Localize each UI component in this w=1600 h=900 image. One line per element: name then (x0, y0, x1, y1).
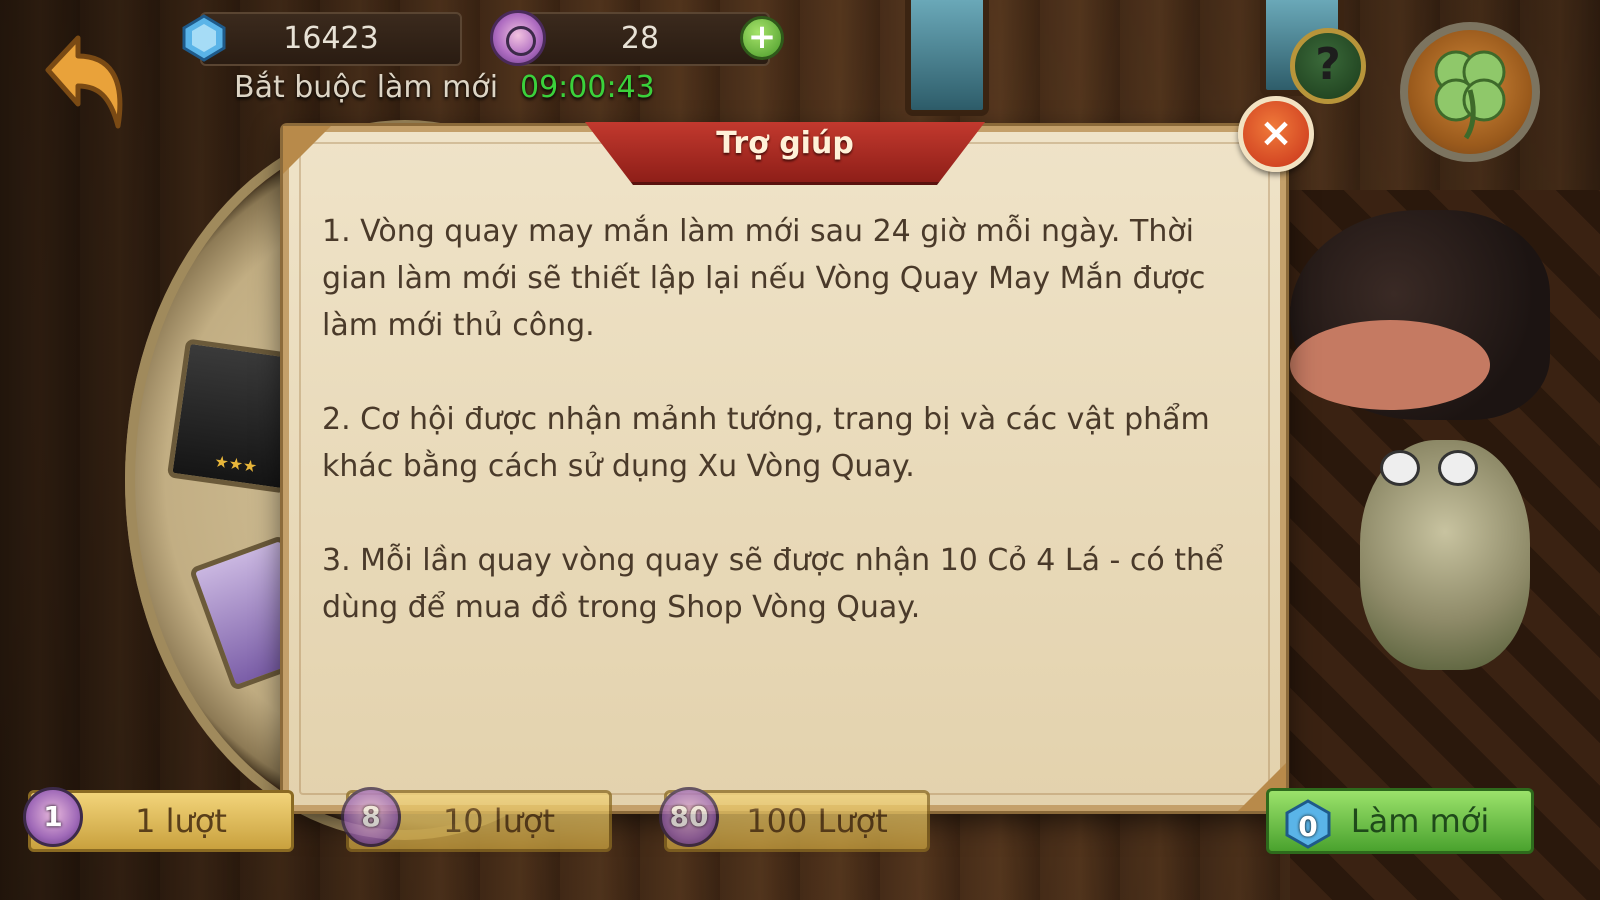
close-icon: × (1259, 110, 1293, 156)
spin-button-label: 10 lượt (442, 802, 556, 840)
help-paragraph: 2. Cơ hội được nhận mảnh tướng, trang bị… (322, 402, 1210, 484)
gem-icon (182, 14, 226, 62)
four-leaf-clover-icon (1434, 50, 1506, 140)
frog-eye (1438, 450, 1478, 486)
gem-counter: 16423 (200, 12, 462, 66)
frog-eye (1380, 450, 1420, 486)
back-arrow-icon[interactable] (38, 30, 128, 130)
frog-character (1360, 440, 1530, 670)
clover-shop-button[interactable] (1400, 22, 1540, 162)
help-text: 1. Vòng quay may mắn làm mới sau 24 giờ … (322, 208, 1242, 678)
spin-1-button[interactable]: 1 1 lượt (23, 787, 294, 852)
forced-refresh-label: Bắt buộc làm mới (234, 70, 499, 105)
help-button[interactable]: ? (1290, 28, 1366, 104)
refresh-button[interactable]: 0 Làm mới (1266, 788, 1534, 854)
spin-coin-count: 28 (620, 21, 660, 56)
dialog-corner-ornament (283, 126, 331, 174)
help-paragraph: 1. Vòng quay may mắn làm mới sau 24 giờ … (322, 214, 1206, 343)
help-icon: ? (1315, 39, 1341, 90)
dialog-title: Trợ giúp (716, 126, 854, 161)
refresh-button-label: Làm mới (1350, 802, 1490, 840)
add-coins-button[interactable]: + (740, 16, 784, 60)
spin-10-button[interactable]: 8 10 lượt (341, 787, 612, 852)
spin-coin-icon (490, 10, 546, 66)
spin-button-label: 100 Lượt (746, 802, 888, 840)
spin-coin-counter: 28 (510, 12, 770, 66)
spin-button-label: 1 lượt (135, 802, 227, 840)
background-window (905, 0, 989, 116)
gem-count: 16423 (283, 21, 379, 56)
spin-100-button[interactable]: 80 100 Lượt (659, 787, 930, 852)
refresh-timer: 09:00:43 (520, 70, 655, 105)
character-hat-brim (1290, 320, 1490, 410)
help-paragraph: 3. Mỗi lần quay vòng quay sẽ được nhận 1… (322, 543, 1224, 625)
close-button[interactable]: × (1238, 96, 1314, 172)
star-rating-icon: ★★★ (213, 451, 259, 477)
